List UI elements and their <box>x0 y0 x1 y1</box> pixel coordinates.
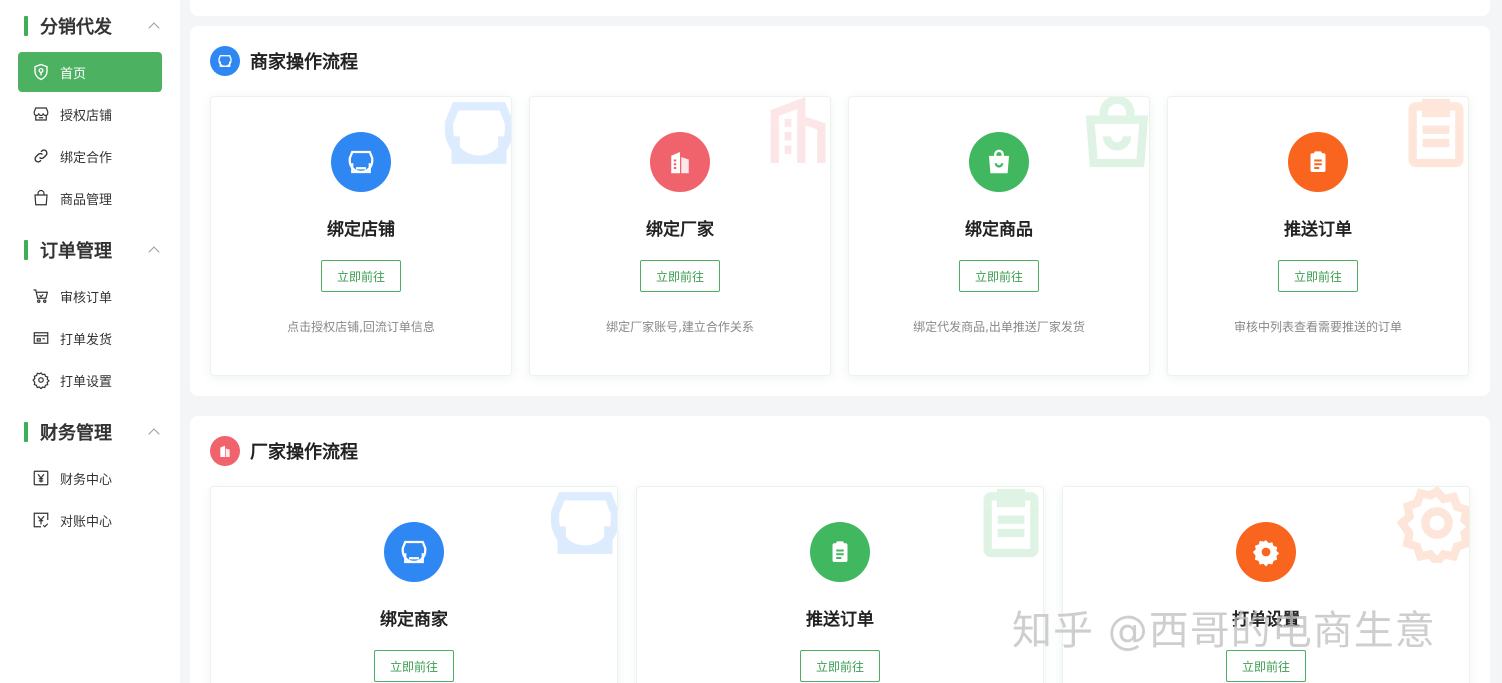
card-description: 点击授权店铺,回流订单信息 <box>287 320 435 334</box>
chevron-up-icon[interactable] <box>148 428 160 440</box>
sidebar: 分销代发 首页 授权店铺 绑定合作 商品管理 订单管理 审核订单 打单发货 打单… <box>0 0 180 683</box>
card-title: 绑定厂家 <box>646 220 714 240</box>
gear-icon <box>1236 522 1296 582</box>
go-now-button[interactable]: 立即前往 <box>1278 260 1358 292</box>
top-panel-edge <box>190 0 1490 16</box>
card-title: 绑定商家 <box>380 610 448 630</box>
panel-title: 厂家操作流程 <box>250 442 358 463</box>
sidebar-item-home[interactable]: 首页 <box>18 52 162 92</box>
flow-card-bind-merchant: 绑定商家 立即前往 <box>210 486 618 683</box>
card-description: 绑定代发商品,出单推送厂家发货 <box>913 320 1085 334</box>
go-now-button[interactable]: 立即前往 <box>800 650 880 682</box>
group-accent-bar <box>24 240 28 260</box>
store-watermark-icon <box>444 102 511 164</box>
sidebar-item-review-orders[interactable]: 审核订单 <box>18 276 162 316</box>
panel-title: 商家操作流程 <box>250 52 358 73</box>
printer-icon <box>32 329 50 347</box>
flow-card-bind-product: 绑定商品 立即前往 绑定代发商品,出单推送厂家发货 <box>848 96 1150 376</box>
group-accent-bar <box>24 422 28 442</box>
go-now-button[interactable]: 立即前往 <box>640 260 720 292</box>
clipboard-watermark-icon <box>1408 98 1464 168</box>
clipboard-icon <box>1288 132 1348 192</box>
sidebar-item-product-management[interactable]: 商品管理 <box>18 178 162 218</box>
card-title: 绑定商品 <box>965 220 1033 240</box>
clipboard-icon <box>810 522 870 582</box>
sidebar-item-label: 首页 <box>60 66 87 82</box>
go-now-button[interactable]: 立即前往 <box>959 260 1039 292</box>
flow-card-push-order: 推送订单 立即前往 <box>636 486 1044 683</box>
gear-icon <box>32 371 50 389</box>
sidebar-item-label: 打单设置 <box>60 374 113 390</box>
store-icon <box>32 105 50 123</box>
sidebar-item-authorize-store[interactable]: 授权店铺 <box>18 94 162 134</box>
sidebar-group-finance[interactable]: 财务管理 <box>24 420 164 444</box>
sidebar-item-reconciliation-center[interactable]: 对账中心 <box>18 500 162 540</box>
sidebar-item-label: 对账中心 <box>60 514 113 530</box>
group-title: 订单管理 <box>40 241 112 262</box>
card-title: 推送订单 <box>1284 220 1352 240</box>
store-icon <box>210 46 240 76</box>
sidebar-group-distribution[interactable]: 分销代发 <box>24 14 164 38</box>
building-icon <box>210 436 240 466</box>
sidebar-item-bind-cooperation[interactable]: 绑定合作 <box>18 136 162 176</box>
bag-icon <box>969 132 1029 192</box>
zhihu-watermark: 知乎 @西哥的电商生意 <box>1012 608 1436 654</box>
yen-check-icon <box>32 511 50 529</box>
sidebar-group-orders[interactable]: 订单管理 <box>24 238 164 262</box>
sidebar-item-label: 审核订单 <box>60 290 113 306</box>
sidebar-item-label: 打单发货 <box>60 332 113 348</box>
go-now-button[interactable]: 立即前往 <box>321 260 401 292</box>
sidebar-item-label: 绑定合作 <box>60 150 113 166</box>
shield-icon <box>32 63 50 81</box>
card-description: 绑定厂家账号,建立合作关系 <box>606 320 754 334</box>
sidebar-item-finance-center[interactable]: 财务中心 <box>18 458 162 498</box>
sidebar-item-label: 授权店铺 <box>60 108 113 124</box>
chevron-up-icon[interactable] <box>148 246 160 258</box>
group-title: 财务管理 <box>40 423 112 444</box>
sidebar-item-label: 商品管理 <box>60 192 113 208</box>
building-icon <box>650 132 710 192</box>
building-watermark-icon <box>770 97 826 163</box>
card-title: 绑定店铺 <box>327 220 395 240</box>
sidebar-item-print-settings[interactable]: 打单设置 <box>18 360 162 400</box>
sidebar-item-label: 财务中心 <box>60 472 113 488</box>
yen-icon <box>32 469 50 487</box>
chevron-up-icon[interactable] <box>148 22 160 34</box>
sidebar-item-print-ship[interactable]: 打单发货 <box>18 318 162 358</box>
gear-watermark-icon <box>1397 487 1469 563</box>
merchant-flow-panel: 商家操作流程 绑定店铺 立即前往 点击授权店铺,回流订单信息 绑定厂家 立即前往… <box>190 26 1490 396</box>
store-icon <box>384 522 444 582</box>
card-title: 推送订单 <box>806 610 874 630</box>
panel-header: 商家操作流程 <box>210 46 358 76</box>
link-icon <box>32 147 50 165</box>
flow-card-bind-store: 绑定店铺 立即前往 点击授权店铺,回流订单信息 <box>210 96 512 376</box>
panel-header: 厂家操作流程 <box>210 436 358 466</box>
group-title: 分销代发 <box>40 17 112 38</box>
clipboard-watermark-icon <box>983 488 1039 558</box>
go-now-button[interactable]: 立即前往 <box>374 650 454 682</box>
store-watermark-icon <box>550 492 617 554</box>
card-description: 审核中列表查看需要推送的订单 <box>1233 320 1402 334</box>
cart-icon <box>32 287 50 305</box>
store-icon <box>331 132 391 192</box>
flow-card-bind-factory: 绑定厂家 立即前往 绑定厂家账号,建立合作关系 <box>529 96 831 376</box>
flow-card-push-order: 推送订单 立即前往 审核中列表查看需要推送的订单 <box>1167 96 1469 376</box>
group-accent-bar <box>24 16 28 36</box>
bag-watermark-icon <box>1085 97 1149 168</box>
bag-icon <box>32 189 50 207</box>
